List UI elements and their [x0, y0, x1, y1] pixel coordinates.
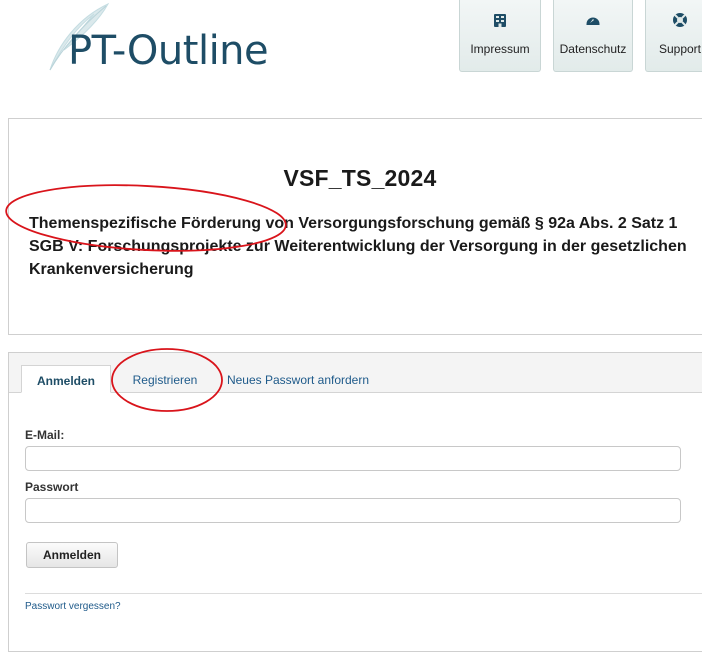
anmelden-button[interactable]: Anmelden [26, 542, 118, 568]
project-description-line: Themenspezifische Förderung von Versorgu… [29, 215, 678, 232]
support-label: Support [658, 42, 702, 56]
impressum-label: Impressum [470, 42, 530, 56]
login-tabbar: Anmelden Registrieren Neues Passwort anf… [9, 353, 702, 393]
dashboard-icon [586, 17, 600, 25]
building-icon [494, 14, 506, 27]
password-label: Passwort [25, 480, 79, 494]
impressum-button[interactable]: Impressum [459, 0, 541, 72]
email-label: E-Mail: [25, 428, 65, 442]
datenschutz-label: Datenschutz [559, 42, 627, 56]
login-panel: Anmelden Registrieren Neues Passwort anf… [8, 352, 702, 652]
project-description-line: SGB V: Forschungsprojekte zur Weiterentw… [29, 238, 687, 255]
tab-registrieren[interactable]: Registrieren [122, 365, 208, 393]
logo-text: PT-Outline [68, 28, 269, 74]
divider [25, 593, 702, 594]
tab-neues-passwort[interactable]: Neues Passwort anfordern [223, 365, 373, 393]
project-description: Themenspezifische Förderung von Versorgu… [29, 212, 702, 281]
tab-anmelden[interactable]: Anmelden [21, 365, 111, 393]
pt-outline-logo[interactable]: PT-Outline [28, 0, 288, 80]
project-title: VSF_TS_2024 [283, 165, 437, 191]
project-panel: VSF_TS_2024 Themenspezifische Förderung … [8, 118, 702, 335]
datenschutz-button[interactable]: Datenschutz [553, 0, 633, 72]
lifebuoy-icon [673, 13, 687, 27]
forgot-password-link[interactable]: Passwort vergessen? [25, 601, 121, 612]
password-field[interactable] [25, 498, 681, 523]
support-button[interactable]: Support [645, 0, 702, 72]
project-description-line: Krankenversicherung [29, 261, 194, 278]
email-field[interactable] [25, 446, 681, 471]
